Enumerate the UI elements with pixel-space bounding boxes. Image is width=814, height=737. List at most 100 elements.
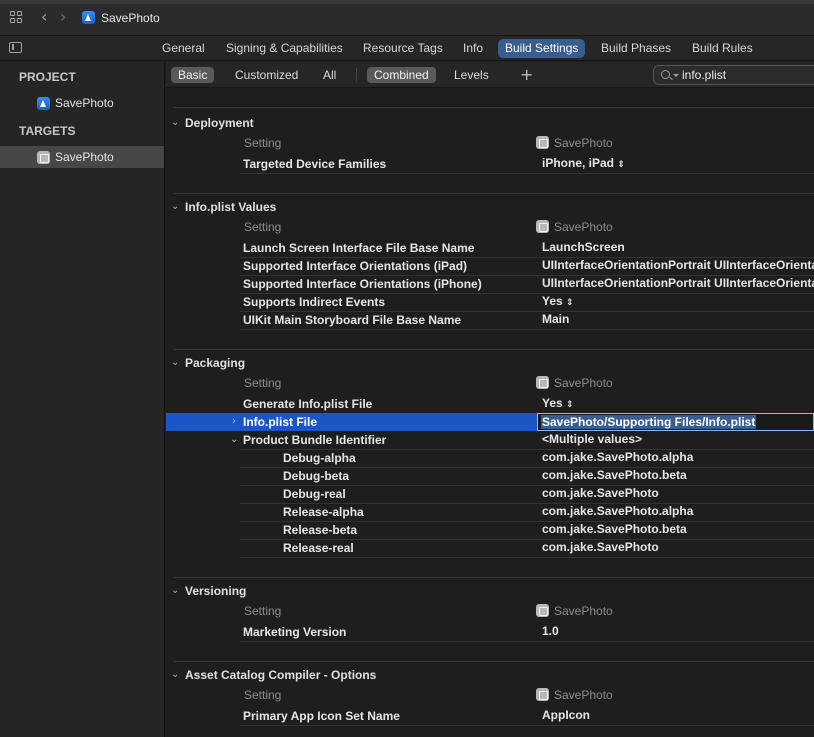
forward-chevron-icon[interactable]: › bbox=[60, 9, 66, 25]
tab-resource-tags[interactable]: Resource Tags bbox=[356, 39, 450, 58]
levels-view-button[interactable]: Levels bbox=[447, 67, 496, 83]
configuration-name: Debug-alpha bbox=[283, 451, 356, 465]
setting-row-sub[interactable]: Release-alpha com.jake.SavePhoto.alpha bbox=[240, 503, 814, 522]
toolbar-top-strip bbox=[0, 0, 814, 4]
setting-value[interactable]: UIInterfaceOrientationPortrait UIInterfa… bbox=[542, 276, 814, 290]
customized-filter-button[interactable]: Customized bbox=[228, 67, 305, 83]
target-column-header: SavePhoto bbox=[536, 136, 613, 150]
setting-value[interactable]: com.jake.SavePhoto.alpha bbox=[542, 450, 693, 464]
setting-value-text[interactable]: SavePhoto/Supporting Files/Info.plist bbox=[541, 415, 757, 429]
setting-row[interactable]: UIKit Main Storyboard File Base Name Mai… bbox=[240, 311, 814, 330]
sidebar-toggle-icon[interactable] bbox=[9, 42, 22, 53]
tab-build-settings[interactable]: Build Settings bbox=[498, 39, 586, 58]
app-project-icon bbox=[82, 11, 95, 24]
setting-row-sub[interactable]: Release-beta com.jake.SavePhoto.beta bbox=[240, 521, 814, 540]
setting-value[interactable]: Yes ⇕ bbox=[542, 294, 574, 308]
section-title-versioning[interactable]: Versioning bbox=[185, 584, 246, 598]
combined-view-button[interactable]: Combined bbox=[367, 67, 436, 83]
row-divider bbox=[240, 329, 814, 330]
setting-value[interactable]: com.jake.SavePhoto.beta bbox=[542, 468, 687, 482]
setting-row[interactable]: Targeted Device Families iPhone, iPad ⇕ bbox=[240, 155, 814, 174]
section-title-infoplist-values[interactable]: Info.plist Values bbox=[185, 200, 276, 214]
tab-build-phases[interactable]: Build Phases bbox=[594, 39, 678, 58]
disclosure-right-chevron-icon[interactable]: › bbox=[232, 416, 236, 427]
setting-row[interactable]: Generate Info.plist File Yes ⇕ bbox=[240, 395, 814, 414]
disclosure-down-chevron-icon[interactable]: ⌄ bbox=[230, 434, 238, 445]
sidebar-item-project[interactable]: SavePhoto bbox=[0, 92, 164, 114]
section-collapse-chevron-icon[interactable]: ⌄ bbox=[171, 585, 179, 596]
related-items-grid-icon[interactable] bbox=[10, 11, 24, 25]
tab-signing-capabilities[interactable]: Signing & Capabilities bbox=[219, 39, 350, 58]
setting-value[interactable]: AppIcon bbox=[542, 708, 590, 722]
target-icon bbox=[536, 376, 549, 389]
setting-row[interactable]: ⌄ Product Bundle Identifier <Multiple va… bbox=[230, 431, 814, 450]
targets-section-header: TARGETS bbox=[19, 124, 76, 138]
section-collapse-chevron-icon[interactable]: ⌄ bbox=[171, 669, 179, 680]
settings-search-field[interactable] bbox=[653, 65, 814, 85]
back-chevron-icon[interactable]: ‹ bbox=[41, 9, 47, 25]
target-column-header: SavePhoto bbox=[536, 604, 613, 618]
project-icon bbox=[37, 97, 50, 110]
section-title-packaging[interactable]: Packaging bbox=[185, 356, 245, 370]
setting-row-sub[interactable]: Debug-alpha com.jake.SavePhoto.alpha bbox=[240, 449, 814, 468]
section-divider bbox=[174, 349, 814, 350]
target-column-header: SavePhoto bbox=[536, 220, 613, 234]
setting-row-sub[interactable]: Debug-real com.jake.SavePhoto bbox=[240, 485, 814, 504]
setting-name: Targeted Device Families bbox=[243, 157, 387, 171]
setting-column-header: Setting bbox=[244, 604, 282, 618]
tab-info[interactable]: Info bbox=[456, 39, 490, 58]
section-collapse-chevron-icon[interactable]: ⌄ bbox=[171, 357, 179, 368]
setting-value[interactable]: iPhone, iPad ⇕ bbox=[542, 156, 625, 170]
build-settings-table: ⌄ Deployment Setting SavePhoto Targeted … bbox=[166, 89, 814, 737]
sidebar-item-label: SavePhoto bbox=[55, 150, 114, 164]
setting-name: UIKit Main Storyboard File Base Name bbox=[243, 313, 462, 327]
setting-value[interactable]: com.jake.SavePhoto.alpha bbox=[542, 504, 693, 518]
setting-row[interactable]: Marketing Version 1.0 bbox=[240, 623, 814, 642]
section-title-deployment[interactable]: Deployment bbox=[185, 116, 254, 130]
setting-value[interactable]: com.jake.SavePhoto bbox=[542, 486, 659, 500]
basic-filter-button[interactable]: Basic bbox=[171, 67, 215, 83]
setting-value[interactable]: Main bbox=[542, 312, 569, 326]
row-divider bbox=[240, 173, 814, 174]
setting-row[interactable]: Launch Screen Interface File Base Name L… bbox=[240, 239, 814, 258]
setting-value[interactable]: com.jake.SavePhoto bbox=[542, 540, 659, 554]
section-divider bbox=[174, 107, 814, 108]
setting-row-sub[interactable]: Release-real com.jake.SavePhoto bbox=[240, 539, 814, 558]
setting-row[interactable]: Supports Indirect Events Yes ⇕ bbox=[240, 293, 814, 312]
setting-row[interactable]: Primary App Icon Set Name AppIcon bbox=[240, 707, 814, 726]
target-icon bbox=[536, 136, 549, 149]
setting-value[interactable]: LaunchScreen bbox=[542, 240, 625, 254]
all-filter-button[interactable]: All bbox=[316, 67, 343, 83]
tab-general[interactable]: General bbox=[155, 39, 212, 58]
setting-row-selected[interactable]: › Info.plist File SavePhoto/Supporting F… bbox=[166, 413, 814, 431]
section-collapse-chevron-icon[interactable]: ⌄ bbox=[171, 201, 179, 212]
jump-bar-title[interactable]: SavePhoto bbox=[101, 11, 160, 25]
setting-row-sub[interactable]: Debug-beta com.jake.SavePhoto.beta bbox=[240, 467, 814, 486]
setting-value[interactable]: com.jake.SavePhoto.beta bbox=[542, 522, 687, 536]
setting-value[interactable]: <Multiple values> bbox=[542, 432, 642, 446]
build-settings-filter-bar: Basic Customized All Combined Levels + bbox=[166, 62, 814, 88]
setting-name: Supported Interface Orientations (iPad) bbox=[243, 259, 468, 273]
configuration-name: Release-real bbox=[283, 541, 354, 555]
editor-tab-bar: General Signing & Capabilities Resource … bbox=[0, 36, 814, 61]
search-options-chevron-icon[interactable] bbox=[673, 74, 679, 77]
setting-row[interactable]: Supported Interface Orientations (iPhone… bbox=[240, 275, 814, 294]
setting-name: Product Bundle Identifier bbox=[243, 433, 387, 447]
search-input[interactable] bbox=[682, 68, 812, 82]
configuration-name: Debug-beta bbox=[283, 469, 349, 483]
sidebar-item-target[interactable]: SavePhoto bbox=[0, 146, 164, 168]
add-setting-button[interactable]: + bbox=[520, 65, 533, 84]
setting-value-edit-field[interactable]: SavePhoto/Supporting Files/Info.plist bbox=[537, 413, 814, 431]
section-title-asset-catalog-compiler[interactable]: Asset Catalog Compiler - Options bbox=[185, 668, 376, 682]
setting-value[interactable]: Yes ⇕ bbox=[542, 396, 574, 410]
setting-row[interactable]: Supported Interface Orientations (iPad) … bbox=[240, 257, 814, 276]
tab-build-rules[interactable]: Build Rules bbox=[685, 39, 760, 58]
section-collapse-chevron-icon[interactable]: ⌄ bbox=[171, 117, 179, 128]
project-section-header: PROJECT bbox=[19, 70, 76, 84]
popup-updown-icon: ⇕ bbox=[617, 160, 625, 170]
configuration-name: Debug-real bbox=[283, 487, 346, 501]
target-icon bbox=[536, 604, 549, 617]
setting-value[interactable]: UIInterfaceOrientationPortrait UIInterfa… bbox=[542, 258, 814, 272]
row-divider bbox=[240, 557, 814, 558]
setting-value[interactable]: 1.0 bbox=[542, 624, 559, 638]
